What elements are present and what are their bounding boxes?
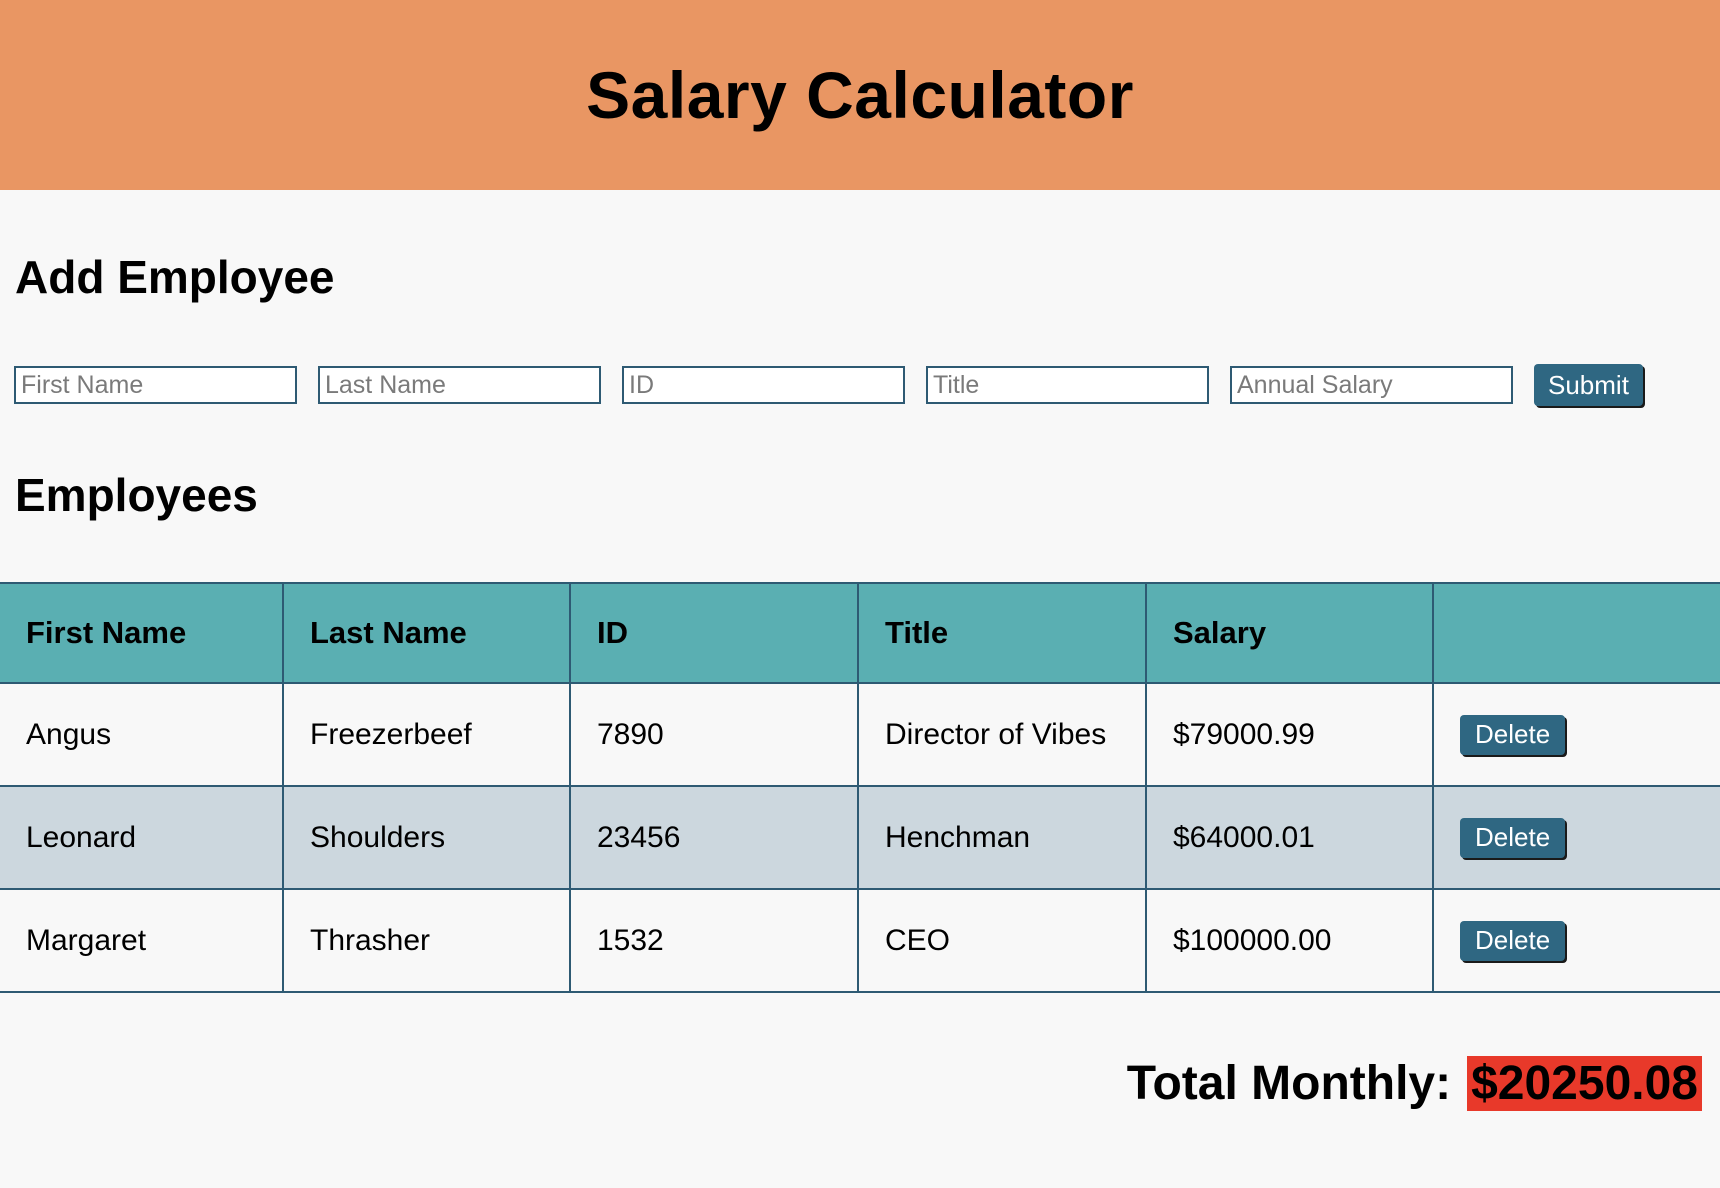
table-row: Leonard Shoulders 23456 Henchman $64000.… [0,785,1720,890]
last-name-input[interactable] [318,366,601,404]
cell-salary: $79000.99 [1145,682,1434,787]
cell-first-name: Margaret [0,888,284,993]
cell-actions: Delete [1432,888,1720,993]
page-title: Salary Calculator [586,58,1134,132]
first-name-input[interactable] [14,366,297,404]
cell-first-name: Leonard [0,785,284,890]
delete-button[interactable]: Delete [1460,817,1566,858]
add-employee-form: Submit [14,364,1643,406]
column-header-salary: Salary [1145,582,1434,684]
title-input[interactable] [926,366,1209,404]
cell-id: 23456 [569,785,859,890]
table-row: Angus Freezerbeef 7890 Director of Vibes… [0,682,1720,787]
cell-actions: Delete [1432,682,1720,787]
id-input[interactable] [622,366,905,404]
submit-button[interactable]: Submit [1534,364,1643,406]
column-header-id: ID [569,582,859,684]
cell-actions: Delete [1432,785,1720,890]
cell-salary: $100000.00 [1145,888,1434,993]
cell-title: Director of Vibes [857,682,1147,787]
total-monthly-amount: $20250.08 [1467,1056,1702,1111]
column-header-actions [1432,582,1720,684]
employees-table: First Name Last Name ID Title Salary Ang… [0,582,1720,993]
cell-salary: $64000.01 [1145,785,1434,890]
page-header: Salary Calculator [0,0,1720,190]
cell-id: 7890 [569,682,859,787]
employees-table-wrapper: First Name Last Name ID Title Salary Ang… [0,582,1720,993]
column-header-last-name: Last Name [282,582,571,684]
cell-last-name: Thrasher [282,888,571,993]
cell-id: 1532 [569,888,859,993]
column-header-first-name: First Name [0,582,284,684]
cell-title: CEO [857,888,1147,993]
column-header-title: Title [857,582,1147,684]
employees-heading: Employees [15,469,258,521]
total-monthly-label: Total Monthly: [1126,1057,1452,1110]
add-employee-heading: Add Employee [15,251,335,303]
table-header-row: First Name Last Name ID Title Salary [0,582,1720,684]
delete-button[interactable]: Delete [1460,714,1566,755]
cell-first-name: Angus [0,682,284,787]
delete-button[interactable]: Delete [1460,920,1566,961]
cell-last-name: Freezerbeef [282,682,571,787]
annual-salary-input[interactable] [1230,366,1513,404]
table-row: Margaret Thrasher 1532 CEO $100000.00 De… [0,888,1720,993]
total-monthly: Total Monthly: $20250.08 [1127,1056,1702,1111]
cell-last-name: Shoulders [282,785,571,890]
cell-title: Henchman [857,785,1147,890]
